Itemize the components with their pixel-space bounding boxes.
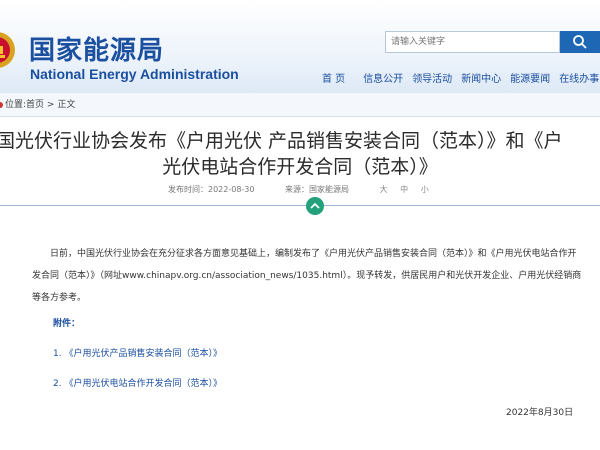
divider <box>0 205 600 206</box>
article-title-line2: 光伏电站合作开发合同（范本）》 <box>162 156 438 178</box>
publish-date: 发布时间：2022-08-30 <box>168 185 255 194</box>
search-button[interactable] <box>560 31 600 53</box>
breadcrumb: 位置:首页 > 正文 <box>0 93 600 117</box>
nav-item-online-services[interactable]: 在线办事 <box>559 70 599 85</box>
article-meta: 发布时间：2022-08-30 来源：国家能源局 大 中 小 <box>168 184 439 195</box>
collapse-toggle-button[interactable] <box>306 197 324 215</box>
site-title-cn[interactable]: 国家能源局 <box>29 30 164 67</box>
nav-item-news[interactable]: 新闻中心 <box>461 70 501 85</box>
search-icon <box>573 35 587 49</box>
font-size-small[interactable]: 小 <box>421 185 429 194</box>
national-emblem-icon <box>0 32 15 68</box>
signature-date: 2022年8月30日 <box>506 408 574 418</box>
attachments-label: 附件： <box>53 319 81 329</box>
breadcrumb-separator: > <box>44 100 58 110</box>
main-nav: 首 页 信息公开 领导活动 新闻中心 能源要闻 在线办事 <box>322 67 600 85</box>
nav-item-leaders[interactable]: 领导活动 <box>412 70 452 85</box>
attachment-link-2[interactable]: 2. 《户用光伏电站合作开发合同（范本）》 <box>53 376 222 389</box>
search-input[interactable] <box>385 31 560 53</box>
article-source: 来源：国家能源局 <box>285 185 350 194</box>
nav-item-info[interactable]: 信息公开 <box>363 70 403 85</box>
site-header: 国家能源局 National Energy Administration 首 页… <box>0 0 600 93</box>
font-size-medium[interactable]: 中 <box>400 185 408 194</box>
site-title-en: National Energy Administration <box>30 66 239 82</box>
article-body: 日前，中国光伏行业协会在充分征求各方面意见基础上，编制发布了《户用光伏产品销售安… <box>32 249 582 303</box>
nav-item-home[interactable]: 首 页 <box>322 70 345 85</box>
attachment-link-1[interactable]: 1. 《户用光伏产品销售安装合同（范本）》 <box>53 346 222 359</box>
breadcrumb-home[interactable]: 首页 <box>26 100 44 110</box>
breadcrumb-current: 正文 <box>57 100 76 110</box>
chevron-up-icon <box>310 202 320 209</box>
font-size-large[interactable]: 大 <box>380 185 388 194</box>
breadcrumb-prefix: 位置: <box>5 100 27 110</box>
location-icon <box>0 101 3 108</box>
nav-item-energy-news[interactable]: 能源要闻 <box>510 70 550 85</box>
article-title-line1: 国光伏行业协会发布《户用光伏 产品销售安装合同（范本）》和《户 <box>0 130 563 152</box>
page: 国家能源局 National Energy Administration 首 页… <box>0 0 600 450</box>
